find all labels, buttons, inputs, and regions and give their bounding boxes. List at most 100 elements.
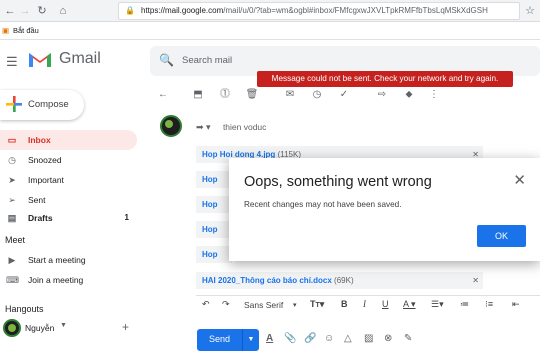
inbox-icon: ▭ [7, 135, 17, 145]
bold-icon[interactable]: B [341, 299, 348, 309]
error-dialog: Oops, something went wrong Recent change… [229, 158, 540, 261]
url-path: /mail/u/0/?tab=wm&ogbl#inbox/FMfcgxwJXVL… [223, 6, 488, 15]
url-host: https://mail.google.com [141, 6, 224, 15]
text-color-icon[interactable]: A ▾ [403, 299, 416, 310]
attachment-name: Hop [202, 175, 218, 184]
add-task-icon[interactable]: ✓ [337, 88, 351, 102]
attachment-chip[interactable]: HAI 2020_Thông cáo báo chí.docx (69K) ✕ [196, 272, 483, 289]
sidebar-item-label: Sent [28, 195, 46, 205]
font-select[interactable]: Sans Serif [244, 300, 283, 310]
compose-plus-icon [6, 96, 22, 112]
align-icon[interactable]: ☰▾ [431, 299, 444, 310]
hangouts-user-name[interactable]: Nguyễn [25, 323, 54, 333]
confidential-mode-icon[interactable]: ⊗ [384, 333, 392, 344]
forward-icon[interactable]: → [17, 3, 33, 19]
hangouts-avatar[interactable] [3, 319, 21, 337]
sidebar-item-inbox[interactable]: ▭ Inbox [0, 130, 137, 150]
lock-icon: 🔒 [125, 6, 135, 15]
sidebar-item-label: Snoozed [28, 155, 62, 165]
text-size-icon[interactable]: TT▾ [310, 299, 324, 310]
gmail-logo-icon [29, 53, 51, 67]
sidebar-item-label: Start a meeting [28, 255, 86, 265]
sidebar-item-label: Drafts [28, 213, 53, 223]
sidebar-item-drafts[interactable]: ▤ Drafts 1 [0, 208, 137, 228]
drive-icon[interactable]: △ [344, 333, 352, 344]
attachment-chip[interactable]: Hop [196, 246, 232, 263]
italic-icon[interactable]: I [363, 299, 366, 309]
attachment-chip[interactable]: Hop [196, 221, 232, 238]
draft-icon: ▤ [7, 213, 17, 223]
bookmarks-bar: ▣ Bắt đầu [0, 22, 540, 40]
star-icon[interactable]: ☆ [522, 3, 538, 19]
attachment-name: HAI 2020_Thông cáo báo chí.docx [202, 276, 332, 285]
compose-button[interactable]: Compose [0, 90, 84, 120]
sidebar-item-important[interactable]: ➤ Important [0, 170, 137, 190]
formatting-options-icon[interactable]: A [266, 333, 273, 344]
reply-icon[interactable]: ➡ ▾ [196, 122, 211, 132]
remove-attachment-icon[interactable]: ✕ [472, 272, 479, 289]
redo-icon[interactable]: ↷ [222, 299, 230, 310]
error-toast: Message could not be sent. Check your ne… [257, 71, 513, 87]
search-input[interactable]: Search mail [182, 55, 232, 66]
meet-heading: Meet [5, 235, 26, 245]
add-icon[interactable]: + [122, 320, 129, 334]
attachment-name: Hop [202, 225, 218, 234]
chevron-down-icon[interactable]: ▼ [60, 322, 67, 329]
address-bar[interactable]: 🔒 https://mail.google.com/mail/u/0/?tab=… [118, 2, 520, 20]
attachment-chip[interactable]: Hop [196, 171, 232, 188]
attach-file-icon[interactable]: 📎 [284, 333, 296, 344]
bulleted-list-icon[interactable]: ⁝≡ [485, 299, 493, 310]
send-options-icon[interactable]: ▼ [242, 329, 259, 351]
bookmark-icon: ▣ [2, 26, 10, 35]
attachment-name: Hop [202, 250, 218, 259]
move-to-icon[interactable]: ⇨ [375, 88, 389, 102]
emoji-icon[interactable]: ☺ [324, 333, 334, 344]
archive-icon[interactable]: ⬒ [191, 88, 205, 102]
send-label: Send [209, 334, 231, 344]
main-menu-icon[interactable]: ☰ [6, 54, 18, 70]
attachment-size: (69K) [334, 276, 354, 285]
ok-button[interactable]: OK [477, 225, 526, 247]
close-icon[interactable]: ✕ [513, 171, 526, 189]
sidebar-item-start-meeting[interactable]: ▶ Start a meeting [0, 250, 137, 270]
home-icon[interactable]: ⌂ [55, 3, 71, 19]
sidebar-item-label: Inbox [28, 135, 51, 145]
browser-toolbar: ← → ↻ ⌂ 🔒 https://mail.google.com/mail/u… [0, 0, 540, 22]
numbered-list-icon[interactable]: ≔ [460, 299, 469, 310]
reply-from: ➡ ▾ thien voduc [196, 122, 266, 133]
bookmark-start[interactable]: Bắt đầu [13, 22, 39, 40]
message-toolbar: ← ⬒ ⓵ 🗑 ✉ ◷ ✓ ⇨ ⬥ ⋮ [150, 86, 540, 106]
keyboard-icon: ⌨ [6, 275, 19, 285]
sidebar-item-label: Important [28, 175, 64, 185]
back-icon[interactable]: ← [2, 3, 18, 19]
important-icon: ➤ [8, 175, 16, 185]
undo-icon[interactable]: ↶ [202, 299, 210, 310]
sender-avatar [160, 115, 182, 137]
search-icon[interactable]: 🔍 [159, 53, 174, 67]
attachment-chip[interactable]: Hop [196, 196, 232, 213]
snooze-icon[interactable]: ◷ [310, 88, 324, 102]
indent-less-icon[interactable]: ⇤ [512, 299, 520, 310]
sidebar-item-snoozed[interactable]: ◷ Snoozed [0, 150, 137, 170]
sidebar-item-label: Join a meeting [28, 275, 84, 285]
mark-unread-icon[interactable]: ✉ [283, 88, 297, 102]
formatting-toolbar: ↶ ↷ Sans Serif ▾ TT▾ B I U A ▾ ☰▾ ≔ ⁝≡ ⇤ [196, 295, 540, 315]
compose-label: Compose [28, 99, 69, 110]
dialog-message: Recent changes may not have been saved. [244, 200, 402, 209]
send-button[interactable]: Send ▼ [197, 329, 259, 351]
delete-icon[interactable]: 🗑 [245, 88, 259, 102]
underline-icon[interactable]: U [382, 299, 389, 309]
signature-icon[interactable]: ✎ [404, 333, 412, 344]
insert-link-icon[interactable]: 🔗 [304, 333, 316, 344]
sidebar-item-sent[interactable]: ➢ Sent [0, 190, 137, 210]
back-arrow-icon[interactable]: ← [156, 88, 170, 102]
clock-icon: ◷ [8, 155, 16, 165]
insert-photo-icon[interactable]: ▨ [364, 333, 373, 344]
more-options-icon[interactable]: ⋮ [427, 88, 441, 102]
chevron-down-icon[interactable]: ▾ [293, 301, 297, 309]
sidebar-item-join-meeting[interactable]: ⌨ Join a meeting [0, 270, 137, 290]
label-icon[interactable]: ⬥ [402, 88, 416, 102]
attachment-name: Hop [202, 200, 218, 209]
reload-icon[interactable]: ↻ [34, 3, 50, 19]
report-spam-icon[interactable]: ⓵ [218, 88, 232, 102]
